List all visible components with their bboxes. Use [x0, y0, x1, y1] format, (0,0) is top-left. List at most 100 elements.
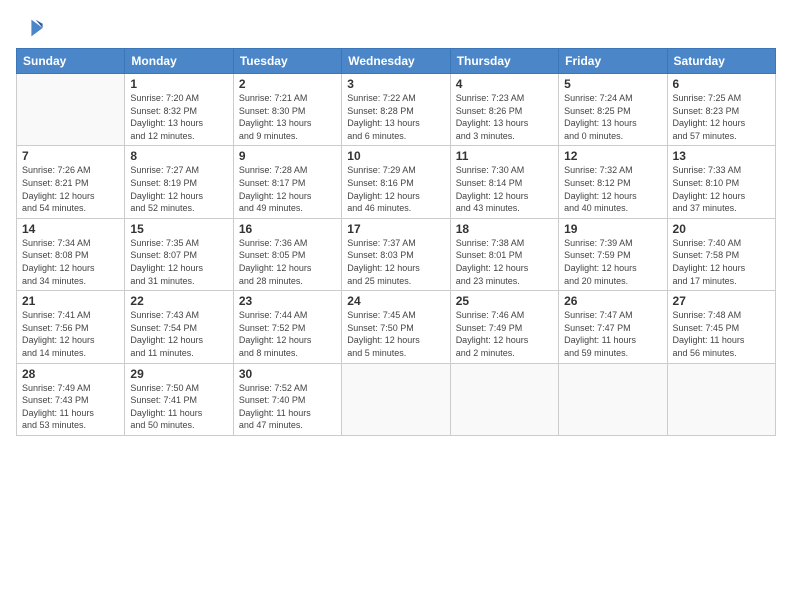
calendar-cell: 7Sunrise: 7:26 AM Sunset: 8:21 PM Daylig…	[17, 146, 125, 218]
day-info: Sunrise: 7:28 AM Sunset: 8:17 PM Dayligh…	[239, 164, 336, 214]
calendar-cell	[450, 363, 558, 435]
weekday-header-tuesday: Tuesday	[233, 49, 341, 74]
header	[16, 10, 776, 42]
calendar-cell: 14Sunrise: 7:34 AM Sunset: 8:08 PM Dayli…	[17, 218, 125, 290]
calendar-cell: 4Sunrise: 7:23 AM Sunset: 8:26 PM Daylig…	[450, 74, 558, 146]
day-info: Sunrise: 7:37 AM Sunset: 8:03 PM Dayligh…	[347, 237, 444, 287]
calendar-cell	[17, 74, 125, 146]
week-row-2: 7Sunrise: 7:26 AM Sunset: 8:21 PM Daylig…	[17, 146, 776, 218]
calendar-cell: 19Sunrise: 7:39 AM Sunset: 7:59 PM Dayli…	[559, 218, 667, 290]
day-number: 26	[564, 294, 661, 308]
day-number: 5	[564, 77, 661, 91]
day-info: Sunrise: 7:38 AM Sunset: 8:01 PM Dayligh…	[456, 237, 553, 287]
calendar-cell: 21Sunrise: 7:41 AM Sunset: 7:56 PM Dayli…	[17, 291, 125, 363]
calendar-cell: 22Sunrise: 7:43 AM Sunset: 7:54 PM Dayli…	[125, 291, 233, 363]
day-number: 7	[22, 149, 119, 163]
calendar-cell: 28Sunrise: 7:49 AM Sunset: 7:43 PM Dayli…	[17, 363, 125, 435]
day-number: 29	[130, 367, 227, 381]
calendar-cell: 26Sunrise: 7:47 AM Sunset: 7:47 PM Dayli…	[559, 291, 667, 363]
day-info: Sunrise: 7:50 AM Sunset: 7:41 PM Dayligh…	[130, 382, 227, 432]
day-info: Sunrise: 7:39 AM Sunset: 7:59 PM Dayligh…	[564, 237, 661, 287]
weekday-header-sunday: Sunday	[17, 49, 125, 74]
day-number: 11	[456, 149, 553, 163]
day-info: Sunrise: 7:30 AM Sunset: 8:14 PM Dayligh…	[456, 164, 553, 214]
calendar-cell: 27Sunrise: 7:48 AM Sunset: 7:45 PM Dayli…	[667, 291, 775, 363]
day-info: Sunrise: 7:32 AM Sunset: 8:12 PM Dayligh…	[564, 164, 661, 214]
day-info: Sunrise: 7:41 AM Sunset: 7:56 PM Dayligh…	[22, 309, 119, 359]
page: SundayMondayTuesdayWednesdayThursdayFrid…	[0, 0, 792, 612]
calendar-cell: 18Sunrise: 7:38 AM Sunset: 8:01 PM Dayli…	[450, 218, 558, 290]
day-number: 10	[347, 149, 444, 163]
day-number: 12	[564, 149, 661, 163]
day-number: 14	[22, 222, 119, 236]
calendar-cell: 2Sunrise: 7:21 AM Sunset: 8:30 PM Daylig…	[233, 74, 341, 146]
day-info: Sunrise: 7:21 AM Sunset: 8:30 PM Dayligh…	[239, 92, 336, 142]
week-row-5: 28Sunrise: 7:49 AM Sunset: 7:43 PM Dayli…	[17, 363, 776, 435]
day-info: Sunrise: 7:36 AM Sunset: 8:05 PM Dayligh…	[239, 237, 336, 287]
day-number: 18	[456, 222, 553, 236]
day-info: Sunrise: 7:52 AM Sunset: 7:40 PM Dayligh…	[239, 382, 336, 432]
day-number: 27	[673, 294, 770, 308]
week-row-4: 21Sunrise: 7:41 AM Sunset: 7:56 PM Dayli…	[17, 291, 776, 363]
calendar-cell: 29Sunrise: 7:50 AM Sunset: 7:41 PM Dayli…	[125, 363, 233, 435]
day-info: Sunrise: 7:40 AM Sunset: 7:58 PM Dayligh…	[673, 237, 770, 287]
day-number: 21	[22, 294, 119, 308]
calendar-cell: 30Sunrise: 7:52 AM Sunset: 7:40 PM Dayli…	[233, 363, 341, 435]
day-number: 30	[239, 367, 336, 381]
week-row-3: 14Sunrise: 7:34 AM Sunset: 8:08 PM Dayli…	[17, 218, 776, 290]
day-number: 16	[239, 222, 336, 236]
calendar-cell: 1Sunrise: 7:20 AM Sunset: 8:32 PM Daylig…	[125, 74, 233, 146]
weekday-header-row: SundayMondayTuesdayWednesdayThursdayFrid…	[17, 49, 776, 74]
calendar-cell: 20Sunrise: 7:40 AM Sunset: 7:58 PM Dayli…	[667, 218, 775, 290]
weekday-header-saturday: Saturday	[667, 49, 775, 74]
calendar-cell	[342, 363, 450, 435]
day-info: Sunrise: 7:29 AM Sunset: 8:16 PM Dayligh…	[347, 164, 444, 214]
day-info: Sunrise: 7:34 AM Sunset: 8:08 PM Dayligh…	[22, 237, 119, 287]
day-number: 4	[456, 77, 553, 91]
weekday-header-friday: Friday	[559, 49, 667, 74]
day-info: Sunrise: 7:49 AM Sunset: 7:43 PM Dayligh…	[22, 382, 119, 432]
calendar-cell: 15Sunrise: 7:35 AM Sunset: 8:07 PM Dayli…	[125, 218, 233, 290]
day-info: Sunrise: 7:35 AM Sunset: 8:07 PM Dayligh…	[130, 237, 227, 287]
calendar-cell: 9Sunrise: 7:28 AM Sunset: 8:17 PM Daylig…	[233, 146, 341, 218]
calendar-table: SundayMondayTuesdayWednesdayThursdayFrid…	[16, 48, 776, 436]
day-info: Sunrise: 7:25 AM Sunset: 8:23 PM Dayligh…	[673, 92, 770, 142]
calendar-cell: 13Sunrise: 7:33 AM Sunset: 8:10 PM Dayli…	[667, 146, 775, 218]
day-number: 13	[673, 149, 770, 163]
day-info: Sunrise: 7:22 AM Sunset: 8:28 PM Dayligh…	[347, 92, 444, 142]
day-number: 6	[673, 77, 770, 91]
calendar-cell: 23Sunrise: 7:44 AM Sunset: 7:52 PM Dayli…	[233, 291, 341, 363]
day-number: 9	[239, 149, 336, 163]
day-number: 23	[239, 294, 336, 308]
day-info: Sunrise: 7:44 AM Sunset: 7:52 PM Dayligh…	[239, 309, 336, 359]
day-number: 28	[22, 367, 119, 381]
day-number: 15	[130, 222, 227, 236]
day-info: Sunrise: 7:46 AM Sunset: 7:49 PM Dayligh…	[456, 309, 553, 359]
calendar-cell: 25Sunrise: 7:46 AM Sunset: 7:49 PM Dayli…	[450, 291, 558, 363]
calendar-cell: 6Sunrise: 7:25 AM Sunset: 8:23 PM Daylig…	[667, 74, 775, 146]
day-number: 24	[347, 294, 444, 308]
calendar-cell: 12Sunrise: 7:32 AM Sunset: 8:12 PM Dayli…	[559, 146, 667, 218]
day-info: Sunrise: 7:45 AM Sunset: 7:50 PM Dayligh…	[347, 309, 444, 359]
weekday-header-monday: Monday	[125, 49, 233, 74]
weekday-header-wednesday: Wednesday	[342, 49, 450, 74]
day-number: 2	[239, 77, 336, 91]
day-number: 20	[673, 222, 770, 236]
day-number: 22	[130, 294, 227, 308]
calendar-cell	[667, 363, 775, 435]
day-number: 17	[347, 222, 444, 236]
day-info: Sunrise: 7:26 AM Sunset: 8:21 PM Dayligh…	[22, 164, 119, 214]
calendar-cell: 17Sunrise: 7:37 AM Sunset: 8:03 PM Dayli…	[342, 218, 450, 290]
day-info: Sunrise: 7:24 AM Sunset: 8:25 PM Dayligh…	[564, 92, 661, 142]
day-info: Sunrise: 7:20 AM Sunset: 8:32 PM Dayligh…	[130, 92, 227, 142]
calendar-cell: 10Sunrise: 7:29 AM Sunset: 8:16 PM Dayli…	[342, 146, 450, 218]
logo-icon	[16, 14, 44, 42]
calendar-cell	[559, 363, 667, 435]
week-row-1: 1Sunrise: 7:20 AM Sunset: 8:32 PM Daylig…	[17, 74, 776, 146]
day-number: 1	[130, 77, 227, 91]
calendar-cell: 5Sunrise: 7:24 AM Sunset: 8:25 PM Daylig…	[559, 74, 667, 146]
day-number: 3	[347, 77, 444, 91]
calendar-cell: 16Sunrise: 7:36 AM Sunset: 8:05 PM Dayli…	[233, 218, 341, 290]
day-info: Sunrise: 7:23 AM Sunset: 8:26 PM Dayligh…	[456, 92, 553, 142]
day-number: 25	[456, 294, 553, 308]
